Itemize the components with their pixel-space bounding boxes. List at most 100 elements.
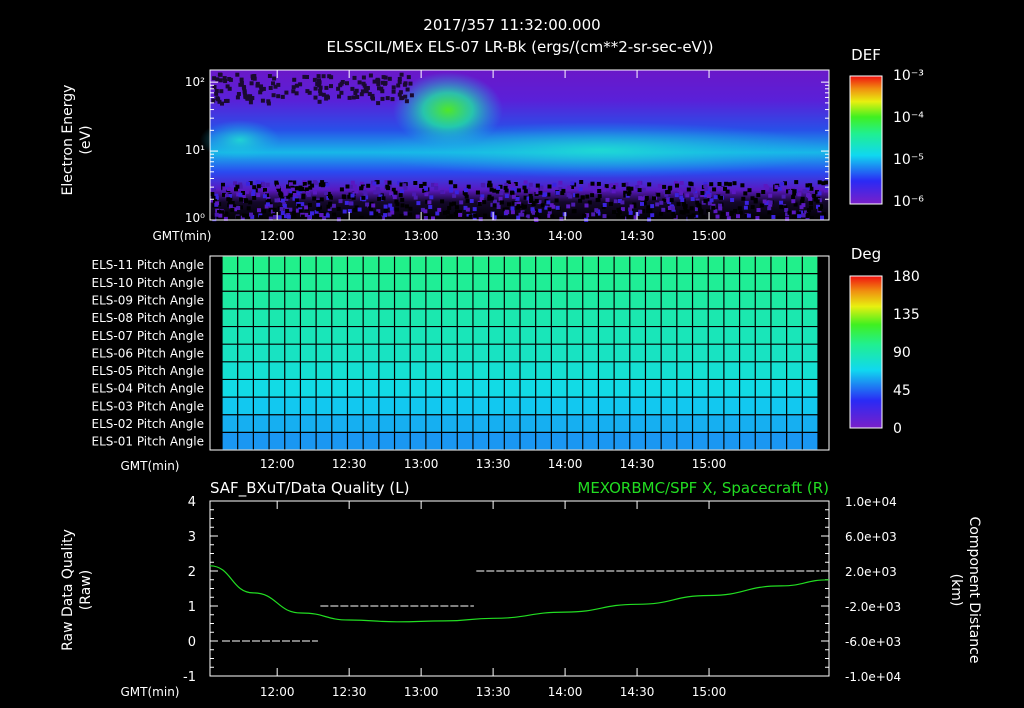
noise-pixel bbox=[675, 183, 679, 188]
noise-pixel bbox=[437, 207, 442, 212]
noise-pixel bbox=[300, 214, 305, 219]
noise-pixel bbox=[292, 213, 297, 218]
noise-pixel bbox=[248, 200, 253, 205]
noise-pixel bbox=[283, 191, 288, 196]
noise-pixel bbox=[504, 194, 509, 198]
noise-pixel bbox=[376, 189, 381, 194]
noise-pixel bbox=[373, 190, 378, 195]
noise-pixel bbox=[262, 209, 267, 214]
noise-pixel bbox=[688, 181, 693, 186]
noise-pixel bbox=[736, 214, 740, 219]
noise-pixel bbox=[228, 204, 233, 209]
noise-pixel bbox=[523, 189, 528, 194]
noise-pixel bbox=[372, 181, 377, 186]
noise-pixel bbox=[744, 200, 749, 205]
noise-pixel bbox=[292, 193, 297, 197]
panel-data-quality: SAF_BXuT/Data Quality (L) MEXORBMC/SPF X… bbox=[60, 479, 982, 699]
noise-pixel bbox=[428, 205, 433, 209]
noise-pixel bbox=[529, 199, 534, 203]
noise-pixel bbox=[762, 199, 767, 204]
noise-pixel bbox=[244, 189, 249, 194]
noise-pixel bbox=[272, 215, 277, 219]
noise-pixel bbox=[555, 205, 560, 210]
panel3-left-tick-label: 0 bbox=[188, 635, 196, 650]
noise-pixel bbox=[390, 97, 395, 102]
noise-pixel bbox=[280, 94, 285, 99]
noise-pixel bbox=[279, 207, 284, 211]
noise-pixel bbox=[370, 93, 375, 98]
noise-pixel bbox=[648, 209, 653, 214]
noise-pixel bbox=[547, 184, 552, 189]
noise-pixel bbox=[261, 86, 266, 91]
noise-pixel bbox=[285, 209, 290, 213]
noise-pixel bbox=[364, 89, 369, 94]
noise-pixel bbox=[424, 186, 429, 191]
noise-pixel bbox=[406, 75, 411, 80]
noise-pixel bbox=[507, 202, 511, 207]
noise-pixel bbox=[621, 215, 626, 220]
noise-pixel bbox=[482, 200, 487, 205]
noise-pixel bbox=[738, 210, 743, 215]
noise-pixel bbox=[251, 192, 256, 196]
panel3-series bbox=[209, 565, 830, 642]
panel3-ylabel-right-line1: Component Distance bbox=[966, 517, 982, 664]
noise-pixel bbox=[403, 81, 408, 86]
panel2-xtick-label: 13:30 bbox=[476, 457, 511, 471]
noise-pixel bbox=[496, 205, 501, 209]
noise-pixel bbox=[381, 196, 386, 201]
noise-pixel bbox=[325, 182, 330, 187]
noise-pixel bbox=[304, 212, 309, 217]
noise-pixel bbox=[655, 202, 660, 207]
panel3-xtick-label: 14:00 bbox=[548, 685, 583, 699]
noise-pixel bbox=[390, 210, 395, 215]
noise-pixel bbox=[629, 186, 634, 191]
noise-pixel bbox=[316, 207, 321, 212]
noise-pixel bbox=[218, 78, 223, 83]
noise-pixel bbox=[465, 207, 470, 212]
pitch-angle-row-label: ELS-07 Pitch Angle bbox=[92, 329, 204, 343]
noise-pixel bbox=[271, 81, 275, 86]
noise-pixel bbox=[469, 199, 474, 203]
noise-pixel bbox=[397, 92, 402, 97]
noise-pixel bbox=[570, 181, 575, 186]
pitch-angle-row-label: ELS-06 Pitch Angle bbox=[92, 346, 204, 360]
panel3-left-tick-label: 1 bbox=[188, 600, 196, 615]
noise-pixel bbox=[592, 189, 597, 194]
noise-pixel bbox=[510, 210, 515, 215]
noise-pixel bbox=[725, 189, 730, 194]
panel3-title-left: SAF_BXuT/Data Quality (L) bbox=[210, 479, 410, 498]
noise-pixel bbox=[363, 191, 368, 196]
plot-subtitle: ELSSCIL/MEx ELS-07 LR-Bk (ergs/(cm**2-sr… bbox=[326, 38, 713, 56]
noise-pixel bbox=[245, 96, 250, 101]
noise-pixel bbox=[353, 208, 358, 213]
noise-pixel bbox=[336, 206, 341, 211]
noise-pixel bbox=[803, 189, 808, 194]
noise-pixel bbox=[651, 217, 656, 222]
noise-pixel bbox=[809, 205, 813, 210]
noise-pixel bbox=[329, 84, 333, 89]
noise-pixel bbox=[767, 206, 772, 211]
noise-pixel bbox=[582, 213, 587, 218]
noise-pixel bbox=[246, 206, 251, 211]
noise-pixel bbox=[313, 86, 318, 91]
noise-pixel bbox=[408, 206, 413, 211]
panel1-xtick-label: 14:00 bbox=[548, 229, 583, 243]
noise-pixel bbox=[774, 185, 779, 190]
noise-pixel bbox=[489, 196, 494, 201]
noise-pixel bbox=[691, 188, 695, 193]
noise-pixel bbox=[522, 185, 527, 190]
deg-colorbar-tick-135: 135 bbox=[893, 307, 920, 323]
noise-pixel bbox=[665, 190, 670, 195]
noise-pixel bbox=[383, 213, 388, 218]
noise-pixel bbox=[571, 202, 576, 207]
noise-pixel bbox=[547, 207, 552, 212]
noise-pixel bbox=[312, 77, 317, 82]
panel3-title-right: MEXORBMC/SPF X, Spacecraft (R) bbox=[577, 479, 829, 497]
noise-pixel bbox=[262, 194, 267, 199]
noise-pixel bbox=[696, 203, 701, 208]
noise-pixel bbox=[409, 93, 414, 98]
noise-pixel bbox=[315, 213, 320, 218]
noise-pixel bbox=[668, 185, 673, 190]
panel1-xaxis-title: GMT(min) bbox=[153, 229, 212, 243]
noise-pixel bbox=[454, 205, 459, 210]
